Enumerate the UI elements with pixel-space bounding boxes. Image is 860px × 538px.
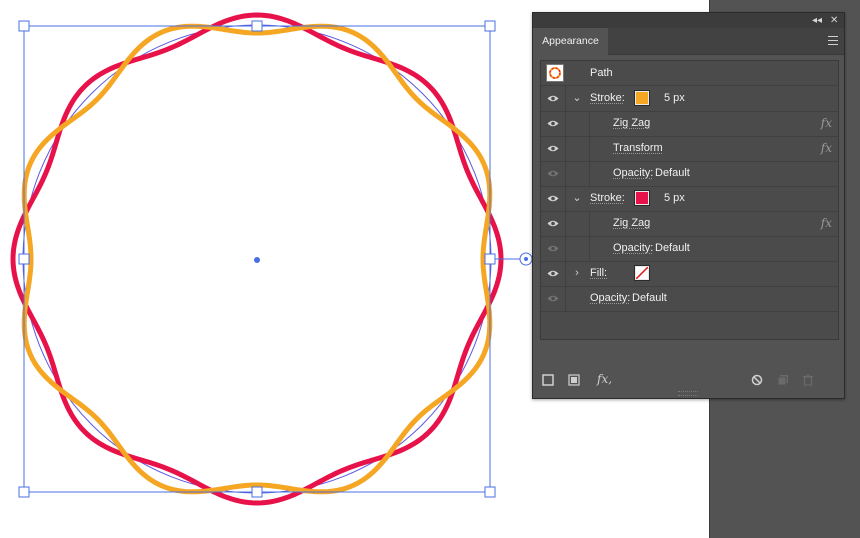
panel-resize-grip[interactable] xyxy=(678,391,698,396)
eye-icon[interactable] xyxy=(547,294,559,303)
opacity-value: Default xyxy=(655,242,690,254)
handle-middle-right[interactable] xyxy=(484,253,496,265)
appearance-list: Path ⌄ Stroke: 5 px Zig Zag fx Transform… xyxy=(540,60,839,340)
indent-column xyxy=(565,236,590,261)
center-point xyxy=(254,257,260,263)
chevron-down-icon[interactable]: ⌄ xyxy=(571,91,583,105)
new-fill-icon[interactable] xyxy=(568,374,580,386)
row-stroke-1[interactable]: ⌄ Stroke: 5 px xyxy=(541,86,838,112)
stroke-weight-value[interactable]: 5 px xyxy=(664,92,685,105)
clear-appearance-icon[interactable] xyxy=(751,374,763,386)
panel-tab-strip: Appearance xyxy=(533,28,844,55)
handle-bottom-right[interactable] xyxy=(484,486,496,498)
row-opacity-2[interactable]: Opacity: Default xyxy=(541,236,838,262)
stroke-color-swatch[interactable] xyxy=(634,190,650,206)
handle-middle-left[interactable] xyxy=(18,253,30,265)
tab-appearance[interactable]: Appearance xyxy=(533,28,608,55)
visibility-column xyxy=(541,286,566,311)
stroke-label[interactable]: Stroke: xyxy=(590,92,625,105)
visibility-column xyxy=(541,211,566,236)
handle-top-center[interactable] xyxy=(251,20,263,32)
collapse-panel-button[interactable]: ◂◂ xyxy=(812,14,822,27)
indent-column xyxy=(565,161,590,186)
visibility-column xyxy=(541,86,566,111)
indent-column xyxy=(565,111,590,136)
row-opacity-3[interactable]: Opacity: Default xyxy=(541,286,838,312)
new-stroke-icon[interactable] xyxy=(542,374,554,386)
visibility-column xyxy=(541,186,566,211)
eye-icon[interactable] xyxy=(547,219,559,228)
row-effect-zigzag-2[interactable]: Zig Zag fx xyxy=(541,211,838,237)
fill-label[interactable]: Fill: xyxy=(590,267,607,280)
fx-icon[interactable]: fx xyxy=(821,116,832,130)
path-thumbnail xyxy=(546,64,564,82)
fx-icon[interactable]: fx xyxy=(821,216,832,230)
fx-icon[interactable]: fx xyxy=(821,141,832,155)
eye-icon[interactable] xyxy=(547,269,559,278)
chevron-down-icon[interactable]: ⌄ xyxy=(571,191,583,205)
panel-menu-icon[interactable] xyxy=(828,36,838,45)
opacity-label[interactable]: Opacity: xyxy=(590,292,630,305)
handle-bottom-left[interactable] xyxy=(18,486,30,498)
row-fill[interactable]: › Fill: xyxy=(541,261,838,287)
appearance-panel: ◂◂ ✕ Appearance Path ⌄ Stroke: 5 px Zig … xyxy=(532,12,845,399)
visibility-column xyxy=(541,236,566,261)
handle-top-left[interactable] xyxy=(18,20,30,32)
panel-topbar: ◂◂ ✕ xyxy=(533,13,844,28)
delete-item-icon[interactable] xyxy=(802,374,814,386)
visibility-column xyxy=(541,161,566,186)
eye-icon[interactable] xyxy=(547,94,559,103)
effect-label[interactable]: Zig Zag xyxy=(613,217,650,230)
fill-none-swatch[interactable] xyxy=(634,265,650,281)
handle-bottom-center[interactable] xyxy=(251,486,263,498)
panel-bottom-toolbar: fx, xyxy=(533,368,844,392)
effect-label[interactable]: Zig Zag xyxy=(613,117,650,130)
path-label: Path xyxy=(590,67,613,79)
row-effect-zigzag-1[interactable]: Zig Zag fx xyxy=(541,111,838,137)
visibility-column xyxy=(541,136,566,161)
eye-icon[interactable] xyxy=(547,244,559,253)
row-opacity-1[interactable]: Opacity: Default xyxy=(541,161,838,187)
opacity-value: Default xyxy=(655,167,690,179)
eye-icon[interactable] xyxy=(547,194,559,203)
close-panel-button[interactable]: ✕ xyxy=(830,14,838,27)
chevron-right-icon[interactable]: › xyxy=(571,266,583,280)
handle-top-right[interactable] xyxy=(484,20,496,32)
opacity-value: Default xyxy=(632,292,667,304)
eye-icon[interactable] xyxy=(547,119,559,128)
visibility-column xyxy=(541,261,566,286)
visibility-column xyxy=(541,111,566,136)
stroke-weight-value[interactable]: 5 px xyxy=(664,192,685,205)
row-stroke-2[interactable]: ⌄ Stroke: 5 px xyxy=(541,186,838,212)
add-effect-fx-icon[interactable]: fx, xyxy=(597,372,612,386)
stroke-label[interactable]: Stroke: xyxy=(590,192,625,205)
row-effect-transform[interactable]: Transform fx xyxy=(541,136,838,162)
opacity-label[interactable]: Opacity: xyxy=(613,242,653,255)
row-path-header[interactable]: Path xyxy=(541,61,838,86)
indent-column xyxy=(565,136,590,161)
opacity-label[interactable]: Opacity: xyxy=(613,167,653,180)
bounding-box[interactable] xyxy=(18,20,533,498)
eye-icon[interactable] xyxy=(547,144,559,153)
duplicate-item-icon[interactable] xyxy=(777,374,789,386)
stroke-color-swatch[interactable] xyxy=(634,90,650,106)
effect-label[interactable]: Transform xyxy=(613,142,663,155)
indent-column xyxy=(565,211,590,236)
rotate-widget-dot xyxy=(524,257,528,261)
eye-icon[interactable] xyxy=(547,169,559,178)
